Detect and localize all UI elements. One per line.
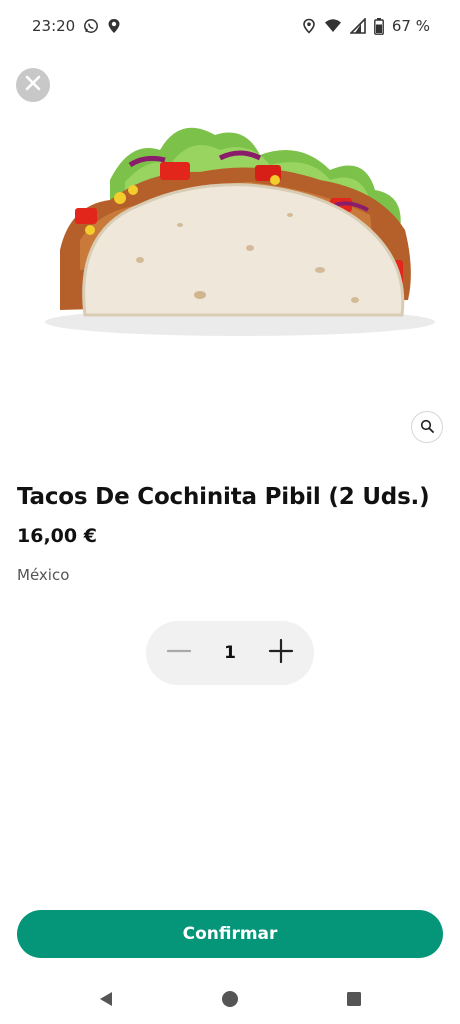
home-icon	[221, 990, 239, 1012]
wifi-icon	[324, 18, 342, 34]
status-right: 67 %	[302, 17, 430, 35]
status-bar: 23:20 67 %	[0, 0, 460, 52]
status-time: 23:20	[32, 17, 76, 35]
screen: 23:20 67 % Tacos De Cochinita Pibil (2 U…	[0, 0, 460, 1024]
status-left: 23:20	[32, 17, 121, 35]
battery-percentage: 67 %	[391, 17, 430, 35]
battery-icon	[373, 17, 384, 35]
navigation-bar	[0, 978, 460, 1024]
home-button[interactable]	[218, 989, 242, 1013]
confirm-button[interactable]: Confirmar	[17, 910, 443, 958]
location-icon	[302, 18, 316, 34]
product-origin: México	[17, 566, 70, 584]
product-price: 16,00 €	[17, 525, 97, 547]
quantity-value: 1	[224, 643, 236, 663]
decrement-button[interactable]	[164, 638, 194, 668]
back-icon	[97, 990, 115, 1012]
increment-button[interactable]	[266, 638, 296, 668]
recents-button[interactable]	[342, 989, 366, 1013]
close-button[interactable]	[16, 68, 50, 102]
back-button[interactable]	[94, 989, 118, 1013]
magnifier-icon	[420, 418, 434, 437]
product-title: Tacos De Cochinita Pibil (2 Uds.)	[17, 484, 430, 510]
taco-image	[30, 110, 440, 350]
location-pin-icon	[107, 18, 121, 34]
quantity-stepper: 1	[146, 621, 314, 685]
recents-icon	[346, 991, 362, 1011]
zoom-button[interactable]	[411, 411, 443, 443]
signal-icon	[349, 18, 366, 34]
plus-icon	[268, 638, 294, 668]
whatsapp-icon	[83, 18, 99, 34]
minus-icon	[166, 638, 192, 668]
close-icon	[25, 75, 41, 95]
